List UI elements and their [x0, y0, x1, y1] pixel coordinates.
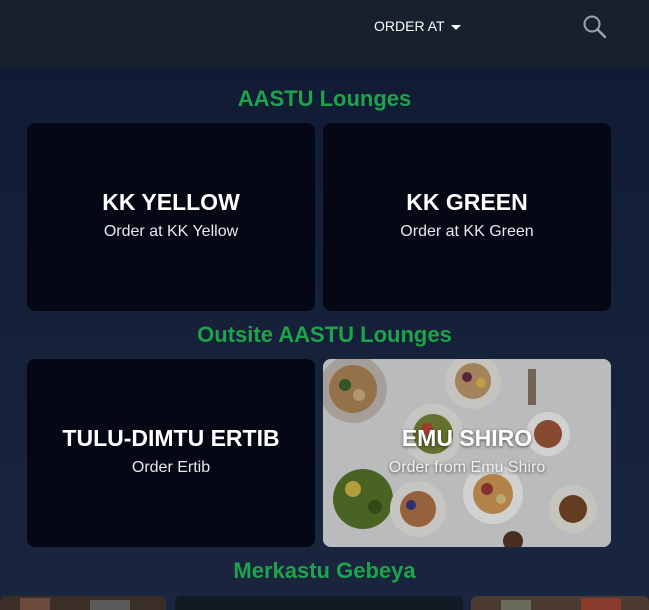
search-icon: [583, 15, 607, 39]
card-name: TULU-DIMTU ERTIB: [62, 425, 280, 451]
lounge-card-kk-green[interactable]: KK GREEN Order at KK Green: [323, 123, 611, 311]
card-subtitle: Order at KK Yellow: [103, 223, 239, 240]
search-button[interactable]: [582, 14, 608, 40]
market-photo-image: [0, 596, 166, 610]
card-name: KK YELLOW: [102, 189, 240, 215]
caret-down-icon: [450, 25, 461, 30]
card-subtitle: Order Ertib: [131, 459, 211, 476]
lounge-card-kk-yellow[interactable]: KK YELLOW Order at KK Yellow: [27, 123, 315, 311]
food-photo-image: [323, 359, 611, 547]
market-card-partial[interactable]: [471, 596, 649, 610]
market-card-partial[interactable]: [0, 596, 166, 610]
card-name: KK GREEN: [406, 189, 528, 215]
card-subtitle: Order from Emu Shiro: [388, 459, 546, 476]
lounge-card-tulu-dimtu-ertib[interactable]: TULU-DIMTU ERTIB Order Ertib: [27, 359, 315, 547]
section-title-aastu-lounges: AASTU Lounges: [237, 86, 412, 111]
market-photo-image: [471, 596, 649, 610]
card-name: EMU SHIRO: [401, 425, 533, 451]
order-at-label: ORDER AT: [374, 18, 445, 34]
card-subtitle: Order at KK Green: [400, 223, 534, 240]
section-title-outsite-aastu-lounges: Outsite AASTU Lounges: [197, 322, 452, 347]
lounge-card-emu-shiro[interactable]: EMU SHIRO Order from Emu Shiro: [323, 359, 611, 547]
top-navbar: ORDER AT: [0, 0, 649, 67]
section-title-merkastu-gebeya: Merkastu Gebeya: [233, 558, 416, 583]
market-card-partial[interactable]: [175, 596, 463, 610]
order-at-dropdown[interactable]: ORDER AT: [374, 17, 461, 35]
